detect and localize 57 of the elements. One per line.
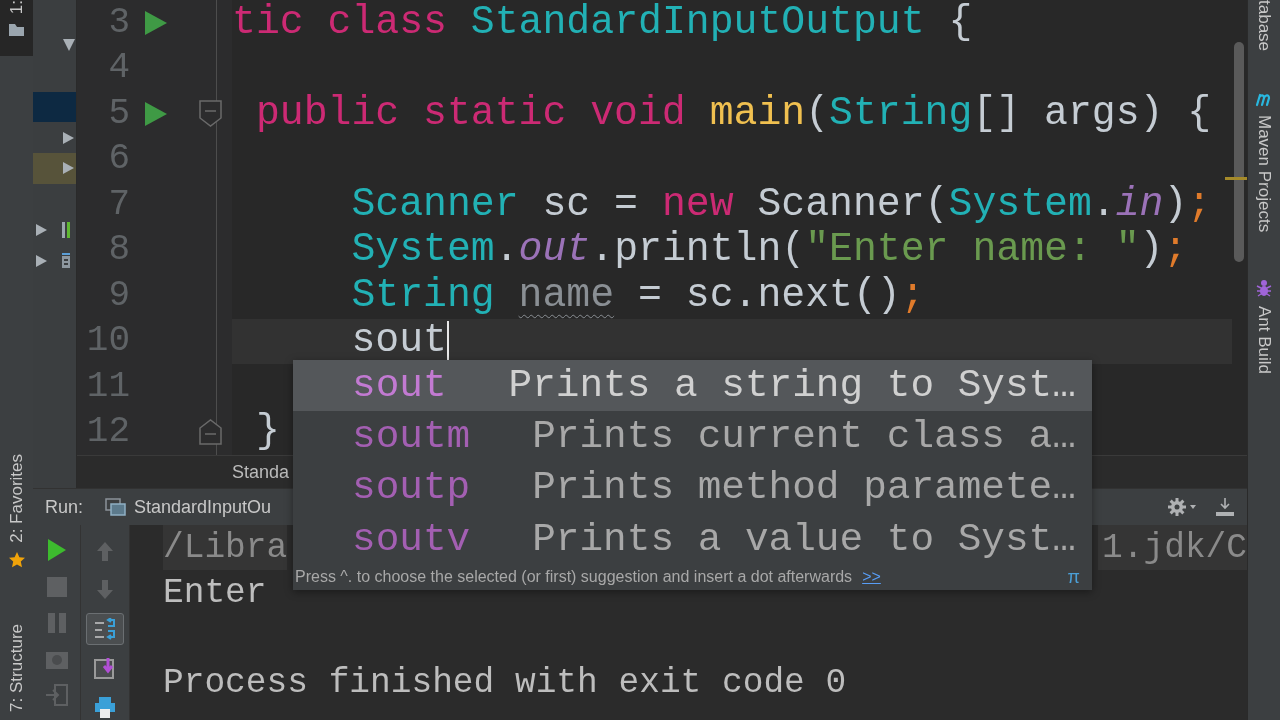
tool-window-tab[interactable]: Ant Build bbox=[1250, 306, 1278, 375]
code-line: Scanner sc = new Scanner(System.in); bbox=[350, 180, 1212, 229]
line-number: 3 bbox=[107, 0, 130, 45]
library-icon bbox=[62, 252, 70, 269]
caret-down-icon[interactable] bbox=[63, 39, 75, 52]
console-text: Enter bbox=[163, 572, 267, 614]
download-icon[interactable] bbox=[1215, 497, 1235, 517]
ant-icon bbox=[1255, 278, 1273, 299]
console-text: 1.jdk/C bbox=[1098, 525, 1247, 570]
run-label: Run: bbox=[45, 496, 84, 518]
completion-item[interactable]: soutm Prints current class a… bbox=[293, 411, 1092, 463]
tool-window-tab[interactable]: tabase bbox=[1250, 0, 1278, 52]
fold-icon[interactable] bbox=[198, 100, 222, 128]
line-number: 6 bbox=[107, 137, 130, 182]
line-number: 5 bbox=[107, 91, 130, 136]
caret-right-icon[interactable] bbox=[63, 162, 75, 175]
caret-right-icon[interactable] bbox=[36, 224, 48, 237]
caret-right-icon[interactable] bbox=[36, 254, 48, 267]
code-line: } bbox=[254, 408, 280, 455]
completion-item[interactable]: sout Prints a string to Syst… bbox=[293, 360, 1092, 412]
folder-icon bbox=[8, 22, 25, 39]
text-cursor bbox=[446, 321, 449, 362]
fold-icon[interactable] bbox=[198, 418, 222, 446]
hint-text: Press ^. to choose the selected (or first) suggestion and insert a dot afterwards bbox=[295, 568, 853, 587]
tool-window-tab[interactable]: Maven Projects bbox=[1250, 115, 1278, 233]
tool-window-tab[interactable]: 2: Favorites bbox=[2, 454, 31, 544]
soft-wrap-icon[interactable] bbox=[93, 617, 117, 641]
highlighted-row[interactable] bbox=[33, 153, 76, 184]
more-link[interactable]: >> bbox=[862, 568, 881, 587]
scroll-to-end-icon[interactable] bbox=[94, 657, 116, 680]
console-text: Process finished with exit code 0 bbox=[163, 662, 847, 704]
code-line: public static void main(String[] args) { bbox=[254, 89, 1212, 138]
breadcrumb[interactable]: Standa bbox=[232, 461, 290, 483]
line-number: 4 bbox=[107, 46, 130, 91]
run-tab[interactable]: StandardInputOu bbox=[105, 496, 272, 518]
window-icon bbox=[105, 498, 127, 516]
print-icon[interactable] bbox=[94, 696, 116, 719]
scrollbar-thumb[interactable] bbox=[1234, 42, 1244, 262]
pi-symbol[interactable]: π bbox=[1067, 566, 1080, 588]
line-number: 8 bbox=[107, 228, 130, 273]
line-number: 7 bbox=[107, 182, 130, 227]
completion-item[interactable]: soutp Prints method paramete… bbox=[293, 462, 1092, 514]
module-icon bbox=[62, 222, 70, 239]
run-icon[interactable] bbox=[45, 538, 68, 562]
line-number: 10 bbox=[85, 319, 130, 364]
line-number: 11 bbox=[85, 364, 130, 409]
settings-icon[interactable] bbox=[1167, 497, 1197, 517]
star-icon bbox=[7, 551, 26, 569]
line-number: 12 bbox=[85, 410, 130, 455]
console-text: /Libra bbox=[163, 525, 288, 570]
code-line: tic class StandardInputOutput { bbox=[232, 0, 973, 47]
line-number: 9 bbox=[107, 273, 130, 318]
run-icon[interactable] bbox=[145, 101, 167, 126]
tool-window-tab[interactable]: 7: Structure bbox=[2, 624, 31, 712]
caret-right-icon[interactable] bbox=[63, 131, 75, 144]
run-icon[interactable] bbox=[145, 10, 167, 35]
completion-item[interactable]: soutv Prints a value to Syst… bbox=[293, 513, 1092, 565]
